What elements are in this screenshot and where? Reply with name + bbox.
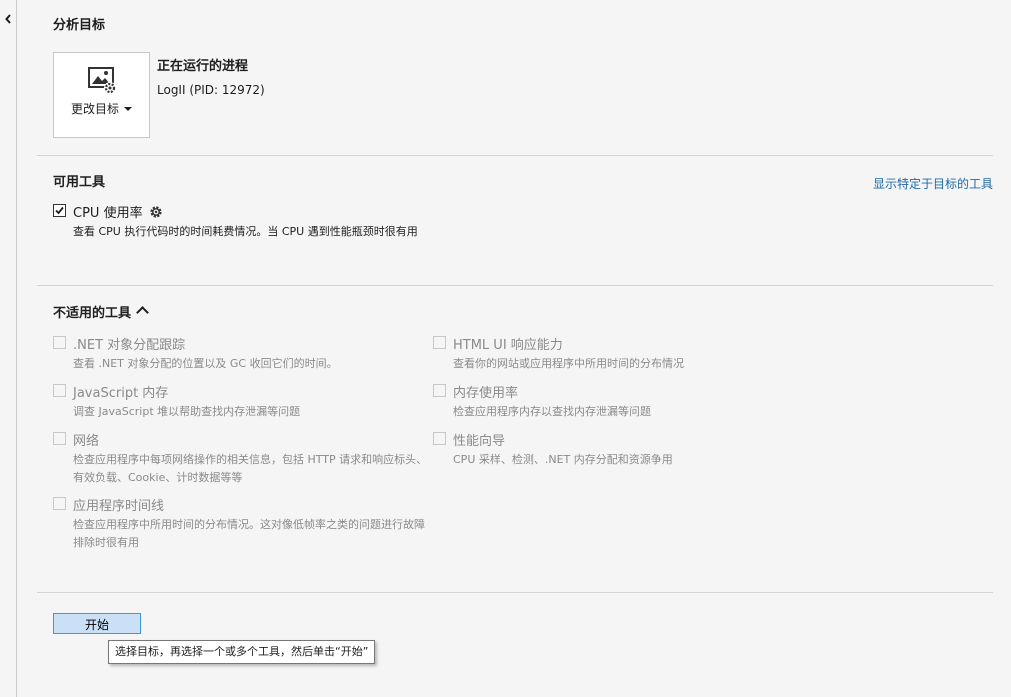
- start-button[interactable]: 开始: [53, 613, 141, 634]
- tool-dotnet-object-allocation: .NET 对象分配跟踪 查看 .NET 对象分配的位置以及 GC 收回它们的时间…: [53, 335, 433, 375]
- checkbox-disabled: [53, 384, 66, 397]
- tool-description: 查看你的网站或应用程序中所用时间的分布情况: [453, 357, 684, 370]
- tool-description: 检查应用程序中所用时间的分布情况。这对像低帧率之类的问题进行故障排除时很有用: [73, 518, 425, 549]
- checkbox-disabled: [53, 336, 66, 349]
- tool-name: .NET 对象分配跟踪: [73, 338, 186, 353]
- tool-name: 内存使用率: [453, 386, 519, 401]
- chevron-left-icon[interactable]: [3, 12, 13, 26]
- tool-memory-usage: 内存使用率 检查应用程序内存以查找内存泄漏等问题: [433, 383, 763, 423]
- divider: [37, 592, 993, 593]
- tool-name: 性能向导: [453, 434, 506, 449]
- change-target-button[interactable]: 更改目标: [53, 52, 150, 138]
- checkbox-disabled: [433, 384, 446, 397]
- divider: [37, 285, 993, 286]
- caret-down-icon: [124, 107, 132, 111]
- checkmark-icon: [55, 206, 64, 215]
- tool-description: 查看 .NET 对象分配的位置以及 GC 收回它们的时间。: [73, 357, 338, 370]
- tool-name: CPU 使用率: [73, 206, 143, 221]
- checkbox-disabled: [53, 497, 66, 510]
- tool-performance-wizard: 性能向导 CPU 采样、检测、.NET 内存分配和资源争用: [433, 431, 763, 471]
- target-app-gear-icon: [88, 67, 116, 94]
- checkbox-disabled: [433, 336, 446, 349]
- tool-cpu-usage: CPU 使用率 查看 CPU 执行代码时的时间耗费情况。当 CPU 遇到性能瓶颈…: [53, 203, 433, 259]
- process-name: LogII (PID: 12972): [157, 83, 265, 97]
- tool-description: 查看 CPU 执行代码时的时间耗费情况。当 CPU 遇到性能瓶颈时很有用: [73, 225, 418, 238]
- available-tools-heading: 可用工具: [53, 175, 106, 190]
- diagnostics-hub-panel: 分析目标 更改目标 正在运行的进程 LogII (PID: 12972) 可用工…: [0, 0, 1011, 697]
- tool-name: 网络: [73, 434, 100, 449]
- start-tooltip: 选择目标，再选择一个或多个工具，然后单击“开始”: [108, 640, 376, 664]
- tool-name: HTML UI 响应能力: [453, 338, 563, 353]
- unavailable-tools-heading[interactable]: 不适用的工具: [53, 302, 149, 321]
- tool-html-ui-responsiveness: HTML UI 响应能力 查看你的网站或应用程序中所用时间的分布情况: [433, 335, 763, 375]
- tool-description: 调查 JavaScript 堆以帮助查找内存泄漏等问题: [73, 405, 301, 418]
- divider: [37, 155, 993, 156]
- tool-network: 网络 检查应用程序中每项网络操作的相关信息，包括 HTTP 请求和响应标头、有效…: [53, 431, 433, 489]
- tool-description: CPU 采样、检测、.NET 内存分配和资源争用: [453, 453, 673, 466]
- gear-icon[interactable]: [149, 205, 163, 219]
- tool-description: 检查应用程序内存以查找内存泄漏等问题: [453, 405, 651, 418]
- checkbox-disabled: [53, 432, 66, 445]
- running-process-title: 正在运行的进程: [157, 59, 249, 74]
- collapse-strip: [0, 0, 17, 697]
- tool-name: JavaScript 内存: [73, 386, 169, 401]
- show-target-specific-tools-link[interactable]: 显示特定于目标的工具: [873, 175, 993, 192]
- tool-javascript-memory: JavaScript 内存 调查 JavaScript 堆以帮助查找内存泄漏等问…: [53, 383, 433, 423]
- analysis-target-heading: 分析目标: [53, 18, 106, 33]
- cpu-usage-checkbox[interactable]: [53, 204, 66, 217]
- tool-name: 应用程序时间线: [73, 499, 165, 514]
- change-target-label: 更改目标: [70, 102, 119, 116]
- tool-application-timeline: 应用程序时间线 检查应用程序中所用时间的分布情况。这对像低帧率之类的问题进行故障…: [53, 496, 433, 554]
- checkbox-disabled: [433, 432, 446, 445]
- chevron-up-icon: [136, 306, 149, 319]
- tool-description: 检查应用程序中每项网络操作的相关信息，包括 HTTP 请求和响应标头、有效负载、…: [73, 453, 428, 484]
